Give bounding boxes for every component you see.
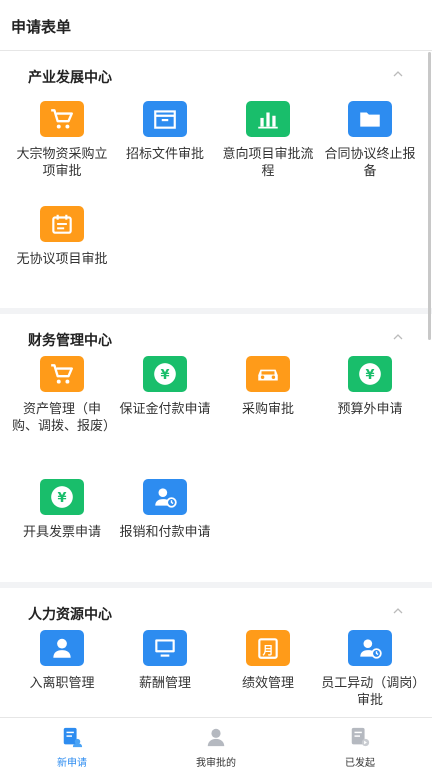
chevron-up-icon[interactable] xyxy=(393,69,403,79)
form-item-no-agreement[interactable]: 无协议项目审批 xyxy=(10,206,114,268)
form-item-contract-termination[interactable]: 合同协议终止报备 xyxy=(318,101,422,180)
form-item-asset-management[interactable]: 资产管理（申购、调拨、报废） xyxy=(10,356,117,435)
form-item-label: 绩效管理 xyxy=(241,676,294,691)
user-icon xyxy=(207,728,225,747)
top-bar: 申请表单 xyxy=(0,0,432,51)
section-hr: 人力资源中心 入离职管理 薪酬管理 月 绩效管理 员工异动（调岗）审批 xyxy=(0,588,432,717)
form-item-tender-docs[interactable]: 招标文件审批 xyxy=(113,101,217,163)
tab-label: 新申请 xyxy=(57,758,87,769)
form-item-bulk-purchase[interactable]: 大宗物资采购立项审批 xyxy=(10,101,114,180)
calendar-icon xyxy=(40,206,84,242)
form-item-label: 报销和付款申请 xyxy=(119,525,211,540)
form-item-label: 无协议项目审批 xyxy=(16,252,108,267)
tab-label: 已发起 xyxy=(345,758,375,769)
archive-icon xyxy=(143,101,187,137)
svg-text:¥: ¥ xyxy=(365,368,374,383)
form-item-label: 保证金付款申请 xyxy=(119,402,211,417)
form-item-label: 合同协议终止报备 xyxy=(324,147,416,179)
form-item-label: 薪酬管理 xyxy=(138,676,191,691)
svg-text:¥: ¥ xyxy=(57,491,66,506)
chevron-up-icon[interactable] xyxy=(393,332,403,342)
new-application-icon xyxy=(63,727,83,748)
form-item-deposit-payment[interactable]: ¥ 保证金付款申请 xyxy=(113,356,217,418)
form-item-onboarding[interactable]: 入离职管理 xyxy=(10,630,114,692)
form-item-label: 入离职管理 xyxy=(29,676,95,691)
user-clock-icon xyxy=(143,479,187,515)
monitor-icon xyxy=(143,630,187,666)
form-item-reimbursement[interactable]: 报销和付款申请 xyxy=(113,479,217,541)
form-list: 产业发展中心 大宗物资采购立项审批 招标文件审批 意向项目审批流程 合同协议终止… xyxy=(0,51,432,717)
section-title: 产业发展中心 xyxy=(28,70,112,86)
chevron-up-icon[interactable] xyxy=(393,606,403,616)
scrollbar[interactable] xyxy=(428,52,431,340)
user-icon xyxy=(40,630,84,666)
cart-icon xyxy=(40,101,84,137)
svg-text:月: 月 xyxy=(262,644,274,657)
document-sent-icon xyxy=(351,727,370,747)
form-item-label: 大宗物资采购立项审批 xyxy=(16,147,108,179)
form-item-label: 开具发票申请 xyxy=(22,525,101,540)
yen-icon: ¥ xyxy=(40,479,84,515)
calendar-month-icon: 月 xyxy=(246,630,290,666)
form-item-label: 招标文件审批 xyxy=(125,147,204,162)
form-item-label: 员工异动（调岗）审批 xyxy=(321,676,419,708)
yen-icon: ¥ xyxy=(348,356,392,392)
car-icon xyxy=(246,356,290,392)
folder-icon xyxy=(348,101,392,137)
bottom-tab-bar: 新申请 我审批的 已发起 xyxy=(0,717,432,769)
tab-initiated[interactable]: 已发起 xyxy=(288,718,432,769)
cart-icon xyxy=(40,356,84,392)
form-item-purchase-approval[interactable]: 采购审批 xyxy=(216,356,320,418)
yen-icon: ¥ xyxy=(143,356,187,392)
section-finance: 财务管理中心 资产管理（申购、调拨、报废） ¥ 保证金付款申请 采购审批 ¥ 预… xyxy=(0,314,432,582)
section-industry: 产业发展中心 大宗物资采购立项审批 招标文件审批 意向项目审批流程 合同协议终止… xyxy=(0,51,432,308)
bar-chart-icon xyxy=(246,101,290,137)
form-item-label: 预算外申请 xyxy=(337,402,403,417)
section-title: 人力资源中心 xyxy=(28,607,112,623)
page-title: 申请表单 xyxy=(11,18,72,36)
form-item-label: 意向项目审批流程 xyxy=(222,147,314,179)
svg-text:¥: ¥ xyxy=(160,368,169,383)
tab-label: 我审批的 xyxy=(196,758,236,769)
form-item-label: 资产管理（申购、调拨、报废） xyxy=(12,402,117,434)
tab-my-approvals[interactable]: 我审批的 xyxy=(144,718,288,769)
form-item-intent-project[interactable]: 意向项目审批流程 xyxy=(216,101,320,180)
user-clock-icon xyxy=(348,630,392,666)
tab-new-application[interactable]: 新申请 xyxy=(0,718,144,769)
form-item-extra-budget[interactable]: ¥ 预算外申请 xyxy=(318,356,422,418)
form-item-invoice[interactable]: ¥ 开具发票申请 xyxy=(10,479,114,541)
form-item-label: 采购审批 xyxy=(241,402,294,417)
section-title: 财务管理中心 xyxy=(28,333,112,349)
form-item-salary[interactable]: 薪酬管理 xyxy=(113,630,217,692)
form-item-transfer[interactable]: 员工异动（调岗）审批 xyxy=(318,630,422,709)
form-item-performance[interactable]: 月 绩效管理 xyxy=(216,630,320,692)
